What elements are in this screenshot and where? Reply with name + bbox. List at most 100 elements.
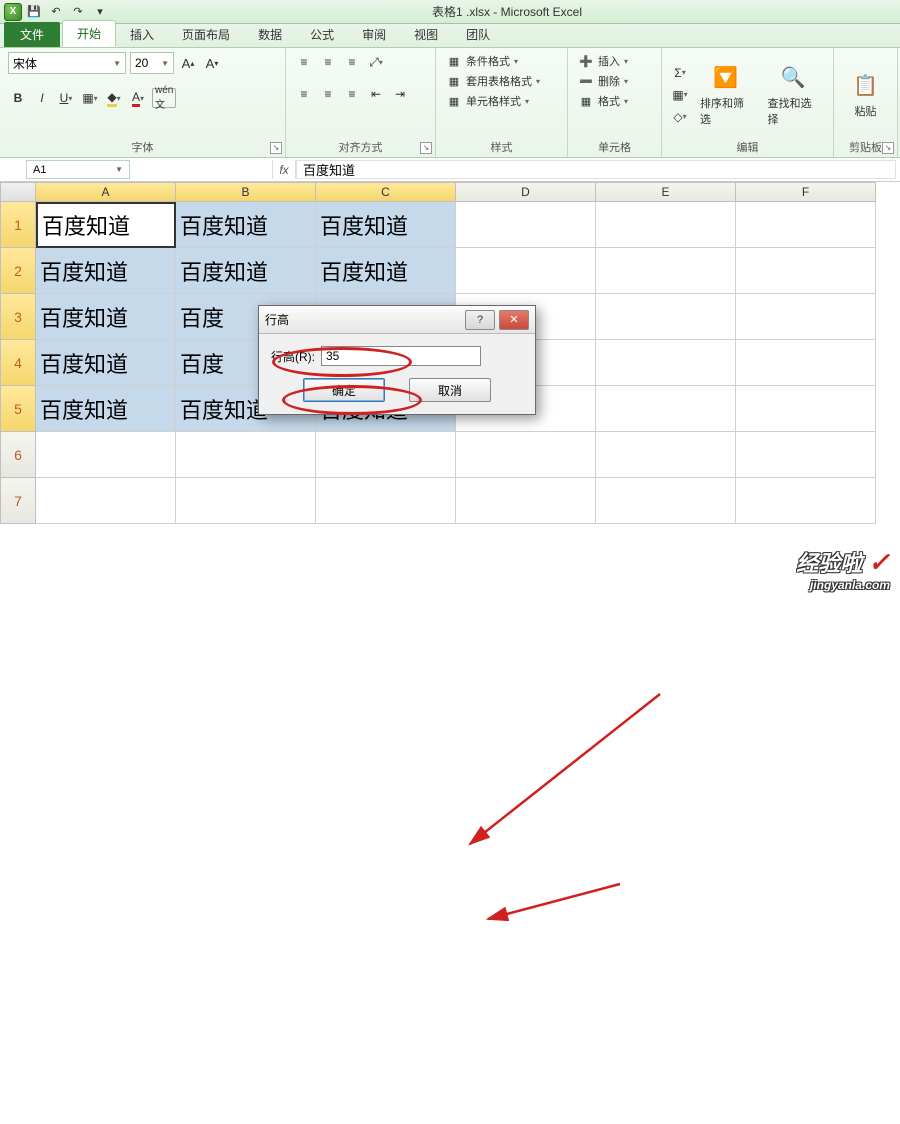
tab-formula[interactable]: 公式 — [296, 22, 348, 47]
cell-A5[interactable]: 百度知道 — [36, 386, 176, 432]
row-header-4[interactable]: 4 — [0, 340, 36, 386]
tab-insert[interactable]: 插入 — [116, 22, 168, 47]
align-dialog-launcher[interactable]: ↘ — [420, 142, 432, 154]
tab-data[interactable]: 数据 — [244, 22, 296, 47]
cell-D2[interactable] — [456, 248, 596, 294]
row-header-5[interactable]: 5 — [0, 386, 36, 432]
cell-A7[interactable] — [36, 478, 176, 524]
cell-F3[interactable] — [736, 294, 876, 340]
dialog-cancel-button[interactable]: 取消 — [409, 378, 491, 402]
cell-C6[interactable] — [316, 432, 456, 478]
cell-F5[interactable] — [736, 386, 876, 432]
cell-F7[interactable] — [736, 478, 876, 524]
row-height-input[interactable] — [321, 346, 481, 366]
fill-color-button[interactable]: ◆▾ — [104, 88, 124, 108]
cell-B2[interactable]: 百度知道 — [176, 248, 316, 294]
col-header-E[interactable]: E — [596, 182, 736, 202]
autosum-icon[interactable]: Σ▾ — [670, 63, 690, 83]
tab-team[interactable]: 团队 — [452, 22, 504, 47]
increase-indent-icon[interactable]: ⇥ — [390, 84, 410, 104]
table-format-button[interactable]: ▦套用表格格式▾ — [444, 72, 559, 90]
cell-B7[interactable] — [176, 478, 316, 524]
row-header-3[interactable]: 3 — [0, 294, 36, 340]
cell-A6[interactable] — [36, 432, 176, 478]
font-name-combo[interactable]: 宋体▼ — [8, 52, 126, 74]
dialog-titlebar[interactable]: 行高 ? ✕ — [259, 306, 535, 334]
font-size-combo[interactable]: 20▼ — [130, 52, 174, 74]
cell-A2[interactable]: 百度知道 — [36, 248, 176, 294]
fx-button[interactable]: fx — [272, 160, 296, 179]
cell-A3[interactable]: 百度知道 — [36, 294, 176, 340]
row-header-6[interactable]: 6 — [0, 432, 36, 478]
decrease-indent-icon[interactable]: ⇤ — [366, 84, 386, 104]
align-bottom-icon[interactable]: ≡ — [342, 52, 362, 72]
cell-F1[interactable] — [736, 202, 876, 248]
tab-view[interactable]: 视图 — [400, 22, 452, 47]
insert-cells-button[interactable]: ➕插入▾ — [576, 52, 653, 70]
cell-D7[interactable] — [456, 478, 596, 524]
select-all-corner[interactable] — [0, 182, 36, 202]
clear-icon[interactable]: ◇▾ — [670, 107, 690, 127]
italic-button[interactable]: I — [32, 88, 52, 108]
align-middle-icon[interactable]: ≡ — [318, 52, 338, 72]
row-header-7[interactable]: 7 — [0, 478, 36, 524]
redo-button[interactable]: ↷ — [68, 3, 88, 21]
cell-E4[interactable] — [596, 340, 736, 386]
delete-cells-button[interactable]: ➖删除▾ — [576, 72, 653, 90]
col-header-A[interactable]: A — [36, 182, 176, 202]
row-header-1[interactable]: 1 — [0, 202, 36, 248]
cell-F6[interactable] — [736, 432, 876, 478]
cell-E6[interactable] — [596, 432, 736, 478]
dialog-close-button[interactable]: ✕ — [499, 310, 529, 330]
cell-C1[interactable]: 百度知道 — [316, 202, 456, 248]
dialog-help-button[interactable]: ? — [465, 310, 495, 330]
cell-E7[interactable] — [596, 478, 736, 524]
tab-file[interactable]: 文件 — [4, 22, 60, 47]
cell-B1[interactable]: 百度知道 — [176, 202, 316, 248]
formula-input[interactable]: 百度知道 — [296, 160, 896, 179]
find-select-button[interactable]: 🔍 查找和选择 — [762, 61, 826, 129]
format-cells-button[interactable]: ▦格式▾ — [576, 92, 653, 110]
fill-icon[interactable]: ▦▾ — [670, 85, 690, 105]
cell-E5[interactable] — [596, 386, 736, 432]
cell-E2[interactable] — [596, 248, 736, 294]
paste-button[interactable]: 📋 粘贴 — [842, 69, 890, 121]
cell-B6[interactable] — [176, 432, 316, 478]
orientation-icon[interactable]: ⤢▾ — [366, 52, 386, 72]
tab-review[interactable]: 审阅 — [348, 22, 400, 47]
col-header-C[interactable]: C — [316, 182, 456, 202]
align-right-icon[interactable]: ≡ — [342, 84, 362, 104]
font-dialog-launcher[interactable]: ↘ — [270, 142, 282, 154]
cell-A4[interactable]: 百度知道 — [36, 340, 176, 386]
underline-button[interactable]: U▾ — [56, 88, 76, 108]
cell-C7[interactable] — [316, 478, 456, 524]
col-header-D[interactable]: D — [456, 182, 596, 202]
cell-E1[interactable] — [596, 202, 736, 248]
font-color-button[interactable]: A▾ — [128, 88, 148, 108]
conditional-format-button[interactable]: ▦条件格式▾ — [444, 52, 559, 70]
cell-D6[interactable] — [456, 432, 596, 478]
save-button[interactable]: 💾 — [24, 3, 44, 21]
clipboard-dialog-launcher[interactable]: ↘ — [882, 142, 894, 154]
border-button[interactable]: ▦▾ — [80, 88, 100, 108]
bold-button[interactable]: B — [8, 88, 28, 108]
col-header-F[interactable]: F — [736, 182, 876, 202]
dialog-ok-button[interactable]: 确定 — [303, 378, 385, 402]
cell-C2[interactable]: 百度知道 — [316, 248, 456, 294]
tab-layout[interactable]: 页面布局 — [168, 22, 244, 47]
align-top-icon[interactable]: ≡ — [294, 52, 314, 72]
align-center-icon[interactable]: ≡ — [318, 84, 338, 104]
cell-F4[interactable] — [736, 340, 876, 386]
phonetic-button[interactable]: wén文 — [152, 88, 176, 108]
qat-customize[interactable]: ▾ — [90, 3, 110, 21]
increase-font-icon[interactable]: A▴ — [178, 53, 198, 73]
tab-home[interactable]: 开始 — [62, 20, 116, 47]
name-box[interactable]: A1▼ — [26, 160, 130, 179]
cell-style-button[interactable]: ▦单元格样式▾ — [444, 92, 559, 110]
col-header-B[interactable]: B — [176, 182, 316, 202]
undo-button[interactable]: ↶ — [46, 3, 66, 21]
cell-E3[interactable] — [596, 294, 736, 340]
align-left-icon[interactable]: ≡ — [294, 84, 314, 104]
row-header-2[interactable]: 2 — [0, 248, 36, 294]
cell-F2[interactable] — [736, 248, 876, 294]
